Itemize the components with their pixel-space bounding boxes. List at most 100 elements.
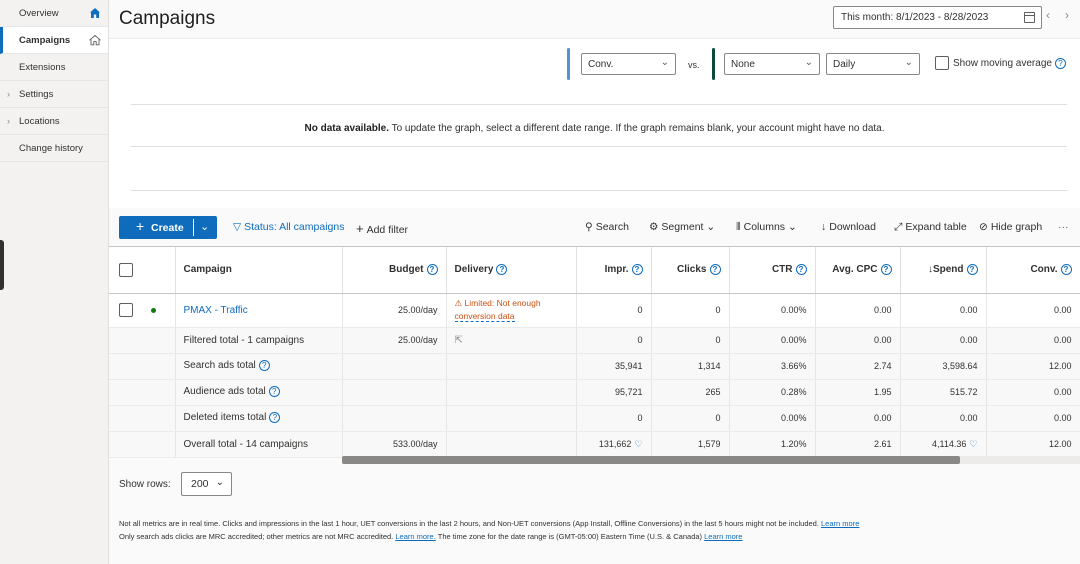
hide-graph-button[interactable]: ⊘ Hide graph	[979, 221, 1042, 233]
help-icon[interactable]: ?	[258, 360, 270, 372]
conversions-cell: 0.00	[986, 379, 1080, 406]
metric2-select[interactable]: None ⌄	[724, 53, 820, 75]
delivery-cell[interactable]: ⚠ Limited: Not enough conversion data	[446, 293, 577, 328]
sidebar-item-settings[interactable]: › Settings	[0, 81, 108, 108]
column-header-campaign[interactable]: Campaign	[175, 247, 343, 294]
clicks-cell: 0	[651, 405, 730, 432]
column-header-conversions[interactable]: Conv.?	[986, 247, 1080, 294]
sidebar-item-campaigns[interactable]: Campaigns	[0, 27, 108, 54]
conversions-cell: 0.00	[986, 327, 1080, 354]
help-icon[interactable]: ?	[426, 264, 438, 276]
scrollbar-thumb[interactable]	[342, 456, 960, 464]
help-icon[interactable]: ?	[709, 264, 721, 276]
sidebar-item-locations[interactable]: › Locations	[0, 108, 108, 135]
help-icon[interactable]: ?	[1054, 58, 1066, 69]
sidebar-item-label: Settings	[19, 88, 54, 100]
summary-row: Deleted items total? 0 0 0.00% 0.00 0.00 0.00	[109, 405, 1080, 432]
select-all-checkbox[interactable]	[119, 262, 133, 277]
delivery-cell	[446, 353, 577, 380]
clicks-cell: 1,579	[651, 431, 730, 458]
help-icon[interactable]: ?	[268, 386, 280, 398]
help-icon[interactable]: ?	[795, 264, 807, 276]
help-icon[interactable]: ?	[1060, 264, 1072, 276]
chevron-left-icon[interactable]: ‹	[1046, 8, 1050, 22]
create-button[interactable]: + Create ⌄	[119, 216, 217, 239]
budget-cell[interactable]: 25.00/day	[342, 293, 447, 328]
home-icon	[90, 8, 100, 18]
granularity-select[interactable]: Daily ⌄	[826, 53, 920, 75]
graph-gridline	[131, 104, 1067, 105]
row-select-cell	[109, 327, 176, 354]
insight-bulb-icon[interactable]: ♡	[969, 439, 977, 449]
chevron-down-icon[interactable]: ⌄	[200, 220, 209, 233]
status-filter[interactable]: ▽ Status: All campaigns	[233, 221, 344, 233]
table-row: PMAX - Traffic 25.00/day ⚠ Limited: Not …	[109, 293, 1080, 328]
more-options-icon[interactable]: ···	[1058, 221, 1069, 233]
avg-cpc-cell: 0.00	[815, 327, 901, 354]
summary-row: Overall total - 14 campaigns 533.00/day 13…	[109, 431, 1080, 458]
help-icon[interactable]: ?	[496, 264, 508, 276]
column-header-spend[interactable]: ↓Spend?	[900, 247, 987, 294]
column-header-delivery[interactable]: Delivery?	[446, 247, 577, 294]
column-header-clicks[interactable]: Clicks?	[651, 247, 730, 294]
cursor-icon: ⇱	[454, 334, 463, 346]
ctr-cell: 0.00%	[729, 405, 816, 432]
date-range-picker[interactable]: This month: 8/1/2023 - 8/28/2023	[833, 6, 1042, 29]
chevron-right-icon[interactable]: ›	[1065, 8, 1069, 22]
help-icon[interactable]: ?	[880, 264, 892, 276]
spend-cell: 3,598.64	[900, 353, 987, 380]
spend-cell: 0.00	[900, 327, 987, 354]
sidebar-collapse-handle[interactable]	[0, 240, 4, 290]
search-icon: ⚲	[585, 221, 593, 233]
learn-more-link[interactable]: Learn more	[704, 532, 742, 541]
help-icon[interactable]: ?	[966, 264, 978, 276]
spend-cell: 0.00	[900, 405, 987, 432]
summary-row: Search ads total? 35,941 1,314 3.66% 2.74 3,5…	[109, 353, 1080, 380]
metric2-value: None	[731, 58, 755, 70]
page-title: Campaigns	[119, 8, 216, 29]
download-icon: ↓	[821, 221, 827, 233]
summary-row: Audience ads total? 95,721 265 0.28% 1.95 515…	[109, 379, 1080, 406]
warning-icon: ⚠	[454, 298, 463, 308]
clicks-cell: 0	[651, 327, 730, 354]
column-header-impressions[interactable]: Impr.?	[576, 247, 652, 294]
sidebar-item-overview[interactable]: Overview	[0, 0, 108, 27]
impressions-cell: 0	[576, 405, 652, 432]
rows-per-page-select[interactable]: 200 ⌄	[181, 472, 232, 496]
avg-cpc-cell: 2.74	[815, 353, 901, 380]
budget-cell: 533.00/day	[342, 431, 447, 458]
row-checkbox[interactable]	[119, 303, 133, 317]
columns-button[interactable]: ⦀ Columns ⌄	[736, 221, 797, 234]
column-header-ctr[interactable]: CTR?	[729, 247, 816, 294]
sidebar-item-extensions[interactable]: Extensions	[0, 54, 108, 81]
budget-cell	[342, 353, 447, 380]
campaign-link[interactable]: PMAX - Traffic	[184, 305, 248, 316]
download-button[interactable]: ↓ Download	[821, 221, 876, 233]
campaigns-table: Campaign Budget? Delivery? Impr.? Clicks…	[109, 246, 1080, 458]
select-all-cell	[109, 247, 176, 294]
help-icon[interactable]: ?	[269, 412, 281, 424]
avg-cpc-cell: 0.00	[815, 293, 901, 328]
learn-more-link[interactable]: Learn more	[821, 519, 859, 528]
chevron-down-icon: ⌄	[660, 57, 669, 68]
expand-table-button[interactable]: ⤢ Expand table	[894, 221, 967, 234]
column-header-budget[interactable]: Budget?	[342, 247, 447, 294]
help-icon[interactable]: ?	[631, 264, 643, 276]
search-button[interactable]: ⚲ Search	[585, 221, 629, 233]
metric2-color-marker	[712, 48, 715, 80]
segment-icon: ⚙	[649, 221, 659, 233]
horizontal-scrollbar[interactable]	[342, 456, 1080, 464]
metric1-select[interactable]: Conv. ⌄	[581, 53, 676, 75]
split-divider	[193, 219, 194, 236]
column-header-avg-cpc[interactable]: Avg. CPC?	[815, 247, 901, 294]
moving-average-label: Show moving average?	[953, 58, 1066, 69]
add-filter-button[interactable]: + Add filter	[356, 221, 408, 236]
moving-average-checkbox[interactable]	[935, 56, 949, 70]
summary-row: Filtered total - 1 campaigns 25.00/day ⇱ 0 0…	[109, 327, 1080, 354]
sidebar-item-change-history[interactable]: Change history	[0, 135, 108, 162]
segment-button[interactable]: ⚙ Segment ⌄	[649, 221, 715, 233]
summary-label-cell: Filtered total - 1 campaigns	[175, 327, 343, 354]
status-dot-icon	[150, 307, 156, 313]
insight-bulb-icon[interactable]: ♡	[634, 439, 642, 449]
learn-more-link[interactable]: Learn more.	[395, 532, 435, 541]
